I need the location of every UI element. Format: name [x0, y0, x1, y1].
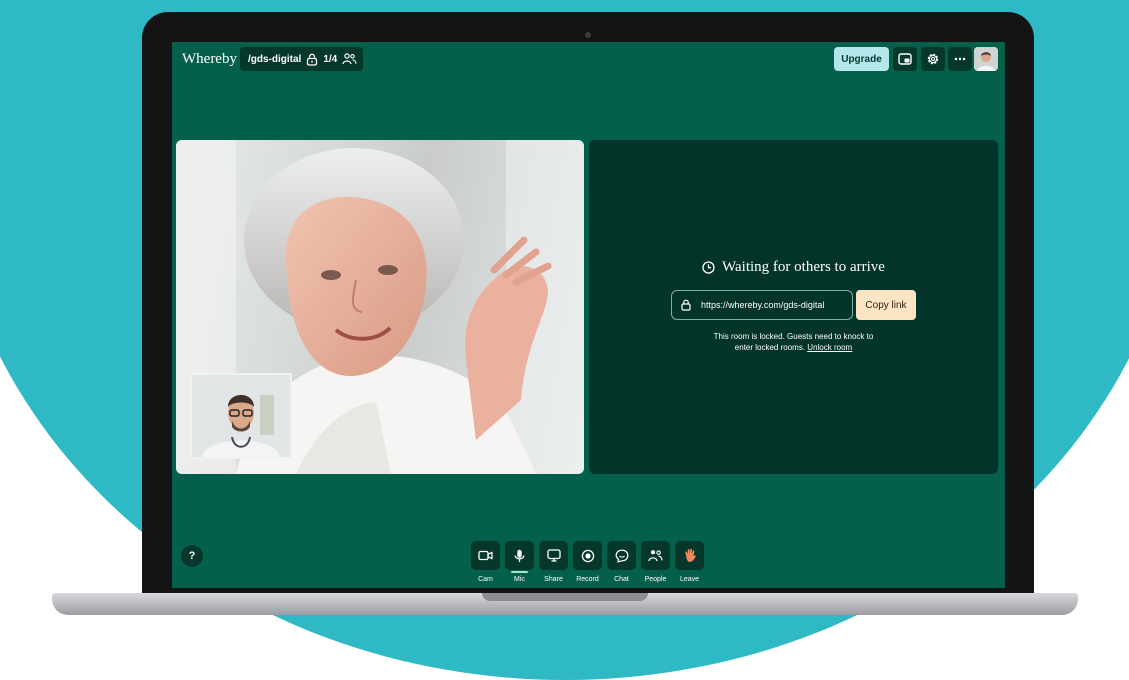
avatar-image — [974, 47, 998, 71]
meeting-screen: Whereby /gds-digital 1/4 Upgrade Waiting… — [172, 42, 1005, 588]
camera-icon — [478, 550, 493, 561]
people-icon — [342, 53, 357, 65]
self-view-video — [192, 375, 290, 457]
wave-hand-icon — [684, 548, 696, 562]
upgrade-button[interactable]: Upgrade — [834, 47, 889, 71]
settings-button[interactable] — [921, 47, 945, 71]
room-link-text: https://whereby.com/gds-digital — [701, 300, 825, 310]
record-control[interactable]: Record — [573, 541, 602, 584]
unlock-room-link[interactable]: Unlock room — [807, 343, 852, 352]
more-options-button[interactable] — [948, 47, 972, 71]
clock-icon — [702, 261, 715, 274]
picture-in-picture-button[interactable] — [893, 47, 917, 71]
room-name: /gds-digital — [248, 53, 302, 65]
locked-room-note: This room is locked. Guests need to knoc… — [589, 331, 998, 353]
leave-button[interactable] — [675, 541, 704, 570]
record-button[interactable] — [573, 541, 602, 570]
lock-icon — [681, 299, 691, 311]
record-label: Record — [576, 576, 599, 583]
waiting-panel: Waiting for others to arrive https://whe… — [589, 140, 998, 474]
room-link-field[interactable]: https://whereby.com/gds-digital — [671, 290, 853, 320]
chat-icon — [615, 549, 628, 563]
more-icon — [954, 57, 966, 61]
record-icon — [581, 549, 594, 562]
gear-icon — [927, 53, 939, 65]
locked-note-line1: This room is locked. Guests need to knoc… — [713, 332, 874, 341]
picture-in-picture-icon — [898, 53, 912, 65]
mic-button[interactable] — [505, 541, 534, 573]
self-view-tile[interactable] — [190, 373, 292, 459]
share-label: Share — [544, 576, 563, 583]
copy-link-button[interactable]: Copy link — [856, 290, 916, 320]
waiting-title-text: Waiting for others to arrive — [722, 259, 885, 275]
room-info-button[interactable]: /gds-digital 1/4 — [240, 47, 364, 71]
cam-control[interactable]: Cam — [471, 541, 500, 584]
people-label: People — [644, 576, 667, 583]
cam-label: Cam — [478, 576, 493, 583]
screen-share-icon — [546, 549, 561, 562]
microphone-icon — [514, 549, 525, 562]
share-button[interactable] — [539, 541, 568, 570]
people-button[interactable] — [641, 541, 670, 570]
call-controls: Cam Mic Share Record Chat People Leave — [471, 541, 704, 584]
whereby-logo[interactable]: Whereby — [182, 50, 237, 68]
laptop-notch — [482, 593, 648, 601]
mic-control[interactable]: Mic — [505, 541, 534, 584]
waiting-title: Waiting for others to arrive — [589, 259, 998, 276]
help-button[interactable]: ? — [181, 545, 203, 567]
chat-button[interactable] — [607, 541, 636, 570]
cam-button[interactable] — [471, 541, 500, 570]
locked-note-line2: enter locked rooms. — [734, 343, 806, 352]
chat-label: Chat — [614, 576, 629, 583]
share-control[interactable]: Share — [539, 541, 568, 584]
lock-icon — [307, 53, 318, 66]
participant-count: 1/4 — [323, 53, 338, 65]
people-icon — [648, 550, 663, 562]
people-control[interactable]: People — [641, 541, 670, 584]
chat-control[interactable]: Chat — [607, 541, 636, 584]
remote-video-tile[interactable] — [176, 140, 584, 474]
leave-control[interactable]: Leave — [675, 541, 704, 584]
webcam-dot — [585, 32, 591, 38]
avatar[interactable] — [974, 47, 998, 71]
leave-label: Leave — [679, 576, 700, 583]
mic-label: Mic — [514, 576, 525, 583]
